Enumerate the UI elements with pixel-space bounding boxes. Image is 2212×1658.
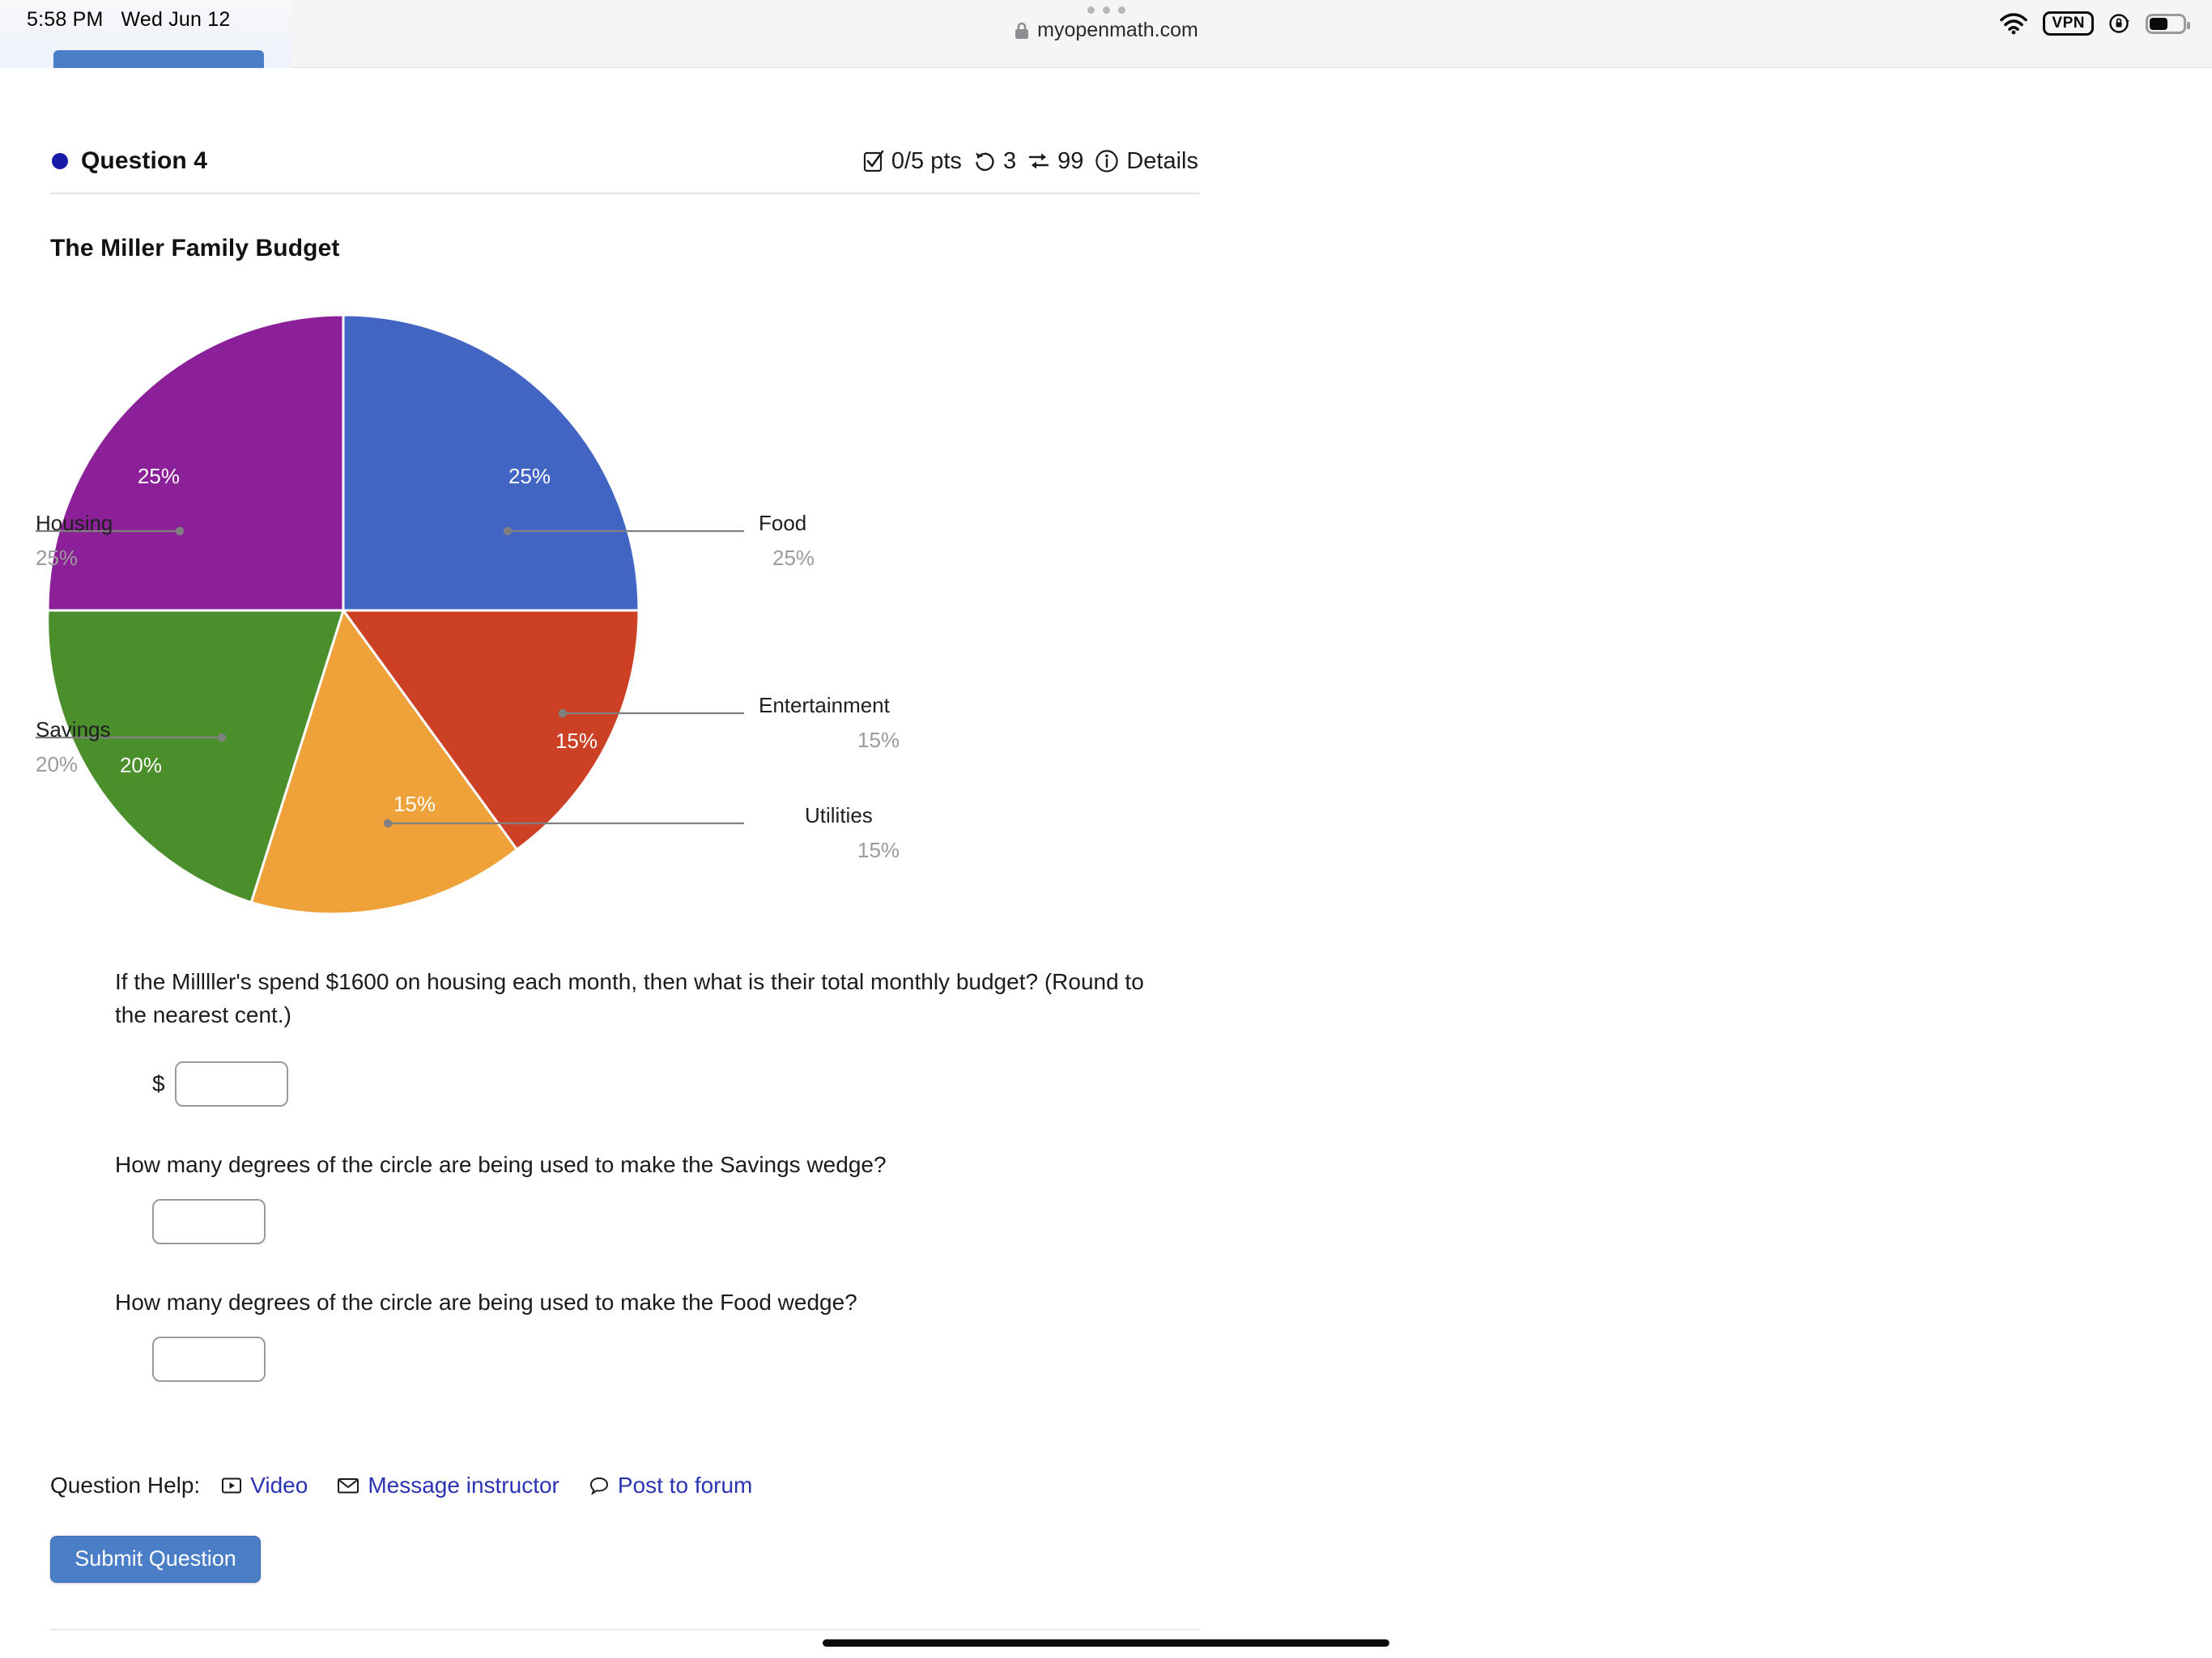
url-display[interactable]: myopenmath.com: [1014, 19, 1198, 42]
attempts-group: 3: [973, 148, 1016, 175]
question-prompt: If the Millller's spend $1600 on housing…: [115, 969, 1144, 1028]
pie-value-savings: 20%: [120, 753, 162, 777]
checkbox-icon: [863, 150, 884, 172]
wifi-icon: [1999, 12, 2028, 35]
assignment-content: Question 4 0/5 pts 3 99 Details The Mill…: [36, 68, 1200, 1583]
question-help: Question Help: Video Message instructor …: [50, 1473, 1200, 1499]
help-link-message-instructor-label: Message instructor: [368, 1472, 559, 1498]
battery-icon: [2146, 13, 2190, 34]
points-value: 0/5 pts: [891, 147, 962, 174]
pie-sublabel-utilities: 15%: [857, 838, 900, 862]
help-link-video-label: Video: [250, 1472, 308, 1498]
page-content: Question 4 0/5 pts 3 99 Details The Mill…: [0, 68, 2212, 1658]
pie-value-entertainment: 15%: [555, 729, 598, 753]
safari-chrome-bar: 5:58 PM Wed Jun 12 myopenmath.com VPN: [0, 0, 2212, 68]
help-link-post-to-forum[interactable]: Post to forum: [589, 1472, 753, 1499]
page-title: Question 4: [81, 147, 208, 174]
answer-row-food-degrees: [115, 1336, 1200, 1382]
envelope-icon: [337, 1476, 359, 1495]
currency-symbol: $: [152, 1070, 165, 1096]
home-indicator[interactable]: [823, 1639, 1389, 1647]
status-bar-right: VPN: [1999, 11, 2190, 36]
status-time: 5:58 PM: [27, 8, 104, 31]
submit-question-button[interactable]: Submit Question: [50, 1535, 261, 1583]
pie-label-savings: Savings: [36, 717, 111, 742]
status-date: Wed Jun 12: [121, 8, 231, 31]
pie-chart-svg: 25% 25% 15% 15% 20%: [36, 313, 744, 916]
details-button[interactable]: Details: [1095, 148, 1198, 175]
speech-bubble-icon: [589, 1476, 610, 1495]
pie-value-food: 25%: [508, 464, 551, 488]
pie-slice-food[interactable]: [342, 313, 640, 612]
question-body: If the Millller's spend $1600 on housing…: [50, 965, 1200, 1382]
help-link-video[interactable]: Video: [221, 1473, 308, 1499]
versions-group: 99: [1027, 148, 1083, 175]
rotation-lock-icon: [2108, 12, 2131, 35]
three-dots-icon[interactable]: [1087, 6, 1125, 14]
question-header-left: Question 4: [52, 147, 207, 175]
chart-title: The Miller Family Budget: [50, 235, 340, 261]
status-badge: [52, 153, 68, 169]
total-budget-input[interactable]: [174, 1061, 288, 1107]
status-bar-left: 5:58 PM Wed Jun 12: [27, 8, 230, 32]
info-icon: [1095, 149, 1119, 173]
help-link-post-to-forum-label: Post to forum: [617, 1472, 753, 1498]
pie-sublabel-savings: 20%: [36, 752, 79, 776]
question-help-label: Question Help:: [50, 1472, 201, 1498]
sub-question-food: How many degrees of the circle are being…: [115, 1289, 857, 1315]
answer-row-savings-degrees: [115, 1198, 1200, 1244]
details-label: Details: [1126, 147, 1198, 174]
pie-sublabel-housing: 25%: [36, 546, 79, 570]
pie-value-utilities: 15%: [393, 792, 436, 816]
pie-label-housing: Housing: [36, 511, 113, 535]
points-group: 0/5 pts: [863, 148, 962, 175]
savings-degrees-input[interactable]: [152, 1198, 266, 1244]
help-link-message-instructor[interactable]: Message instructor: [337, 1473, 559, 1499]
vpn-badge: VPN: [2043, 11, 2094, 36]
undo-icon: [973, 150, 996, 172]
content-divider: [50, 1629, 1200, 1630]
pie-value-housing: 25%: [138, 464, 180, 488]
food-degrees-input[interactable]: [152, 1336, 266, 1382]
attempts-value: 3: [1002, 147, 1017, 174]
question-header: Question 4 0/5 pts 3 99 Details: [50, 147, 1200, 194]
shuffle-icon: [1027, 150, 1050, 172]
pie-sublabel-food: 25%: [772, 546, 815, 570]
sub-question-savings: How many degrees of the circle are being…: [115, 1151, 887, 1177]
versions-value: 99: [1057, 147, 1084, 174]
pie-label-utilities: Utilities: [805, 803, 873, 827]
pie-slice-housing[interactable]: [46, 313, 345, 612]
url-text: myopenmath.com: [1037, 19, 1198, 41]
pie-chart: 25% 25% 15% 15% 20% Housing 25% Food 25%…: [36, 287, 1088, 942]
answer-row-total-budget: $: [115, 1061, 1200, 1107]
pie-sublabel-entertainment: 15%: [857, 728, 900, 752]
pie-label-food: Food: [759, 511, 807, 535]
lock-icon: [1014, 21, 1030, 40]
question-header-meta: 0/5 pts 3 99 Details: [863, 148, 1198, 175]
pie-label-entertainment: Entertainment: [759, 693, 890, 717]
play-video-icon: [221, 1476, 242, 1495]
address-bar[interactable]: myopenmath.com: [0, 6, 2212, 42]
